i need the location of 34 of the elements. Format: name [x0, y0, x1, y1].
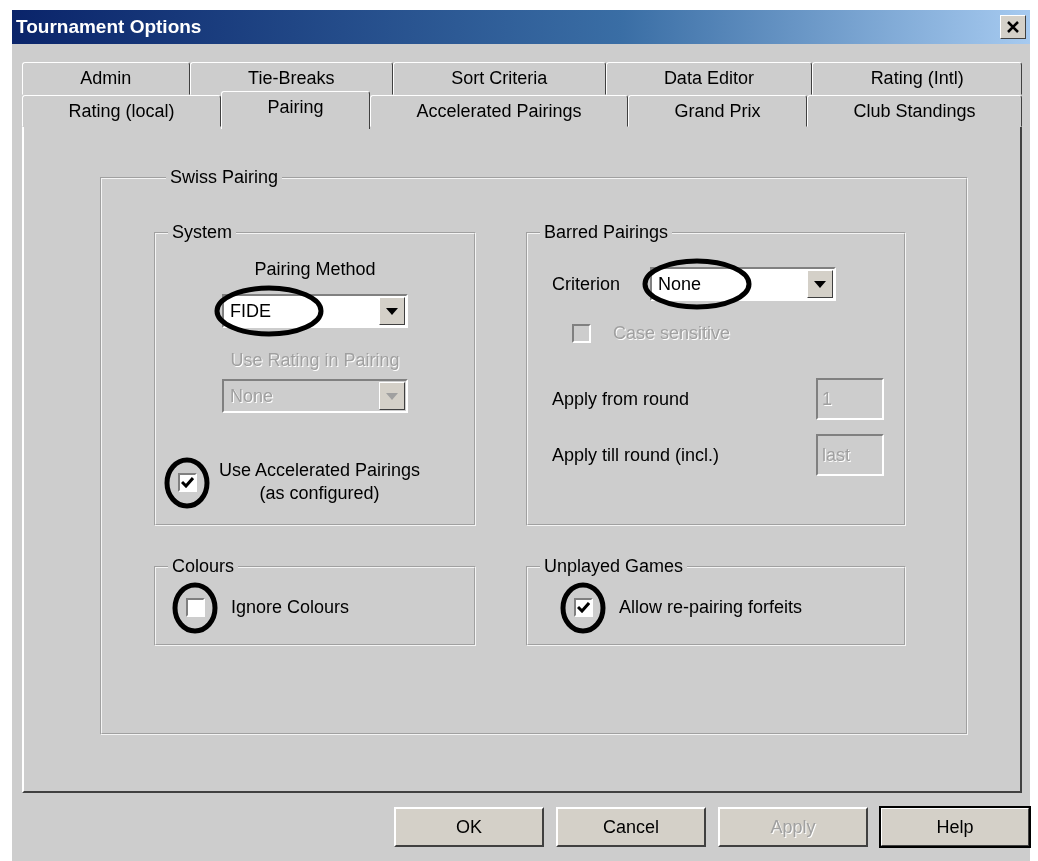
group-title: Unplayed Games — [543, 556, 685, 577]
tab[interactable]: Tie-Breaks — [189, 62, 393, 95]
checkbox[interactable] — [574, 598, 593, 617]
tab[interactable]: Club Standings — [806, 95, 1022, 127]
group-title: System — [171, 222, 233, 243]
close-icon — [1007, 21, 1019, 33]
checkbox-label: Ignore Colours — [231, 597, 350, 618]
checkbox[interactable] — [178, 472, 197, 492]
checkbox-label: Use Accelerated Pairings — [219, 459, 421, 482]
checkbox-label: Allow re-pairing forfeits — [619, 597, 803, 618]
pairing-method-dropdown[interactable]: FIDE — [222, 294, 408, 328]
dialog-button[interactable]: Help — [880, 807, 1030, 847]
tab[interactable]: Pairing — [221, 91, 370, 129]
field-label: Pairing Method — [254, 259, 376, 280]
dialog-button[interactable]: Cancel — [556, 807, 706, 847]
tab[interactable]: Accelerated Pairings — [369, 95, 628, 127]
checkbox[interactable] — [186, 598, 205, 617]
group-title: Barred Pairings — [543, 222, 670, 243]
field-label: Criterion — [552, 273, 621, 295]
tab[interactable]: Rating (Intl) — [812, 62, 1023, 95]
field-label: Apply till round (incl.) — [552, 444, 720, 466]
tab[interactable]: Grand Prix — [628, 95, 807, 127]
group-title: Swiss Pairing — [169, 167, 280, 188]
close-button[interactable] — [1000, 15, 1026, 39]
window-title: Tournament Options — [16, 16, 202, 38]
tab[interactable]: Data Editor — [605, 62, 813, 95]
tab[interactable]: Admin — [22, 62, 190, 95]
field-label: Apply from round — [552, 388, 690, 410]
checkbox-note: (as configured) — [259, 482, 380, 506]
criterion-dropdown[interactable]: None — [650, 267, 837, 301]
group-title: Colours — [171, 556, 236, 577]
tab[interactable]: Sort Criteria — [392, 62, 606, 95]
tab[interactable]: Rating (local) — [22, 95, 221, 127]
dialog-button[interactable]: OK — [394, 807, 544, 847]
